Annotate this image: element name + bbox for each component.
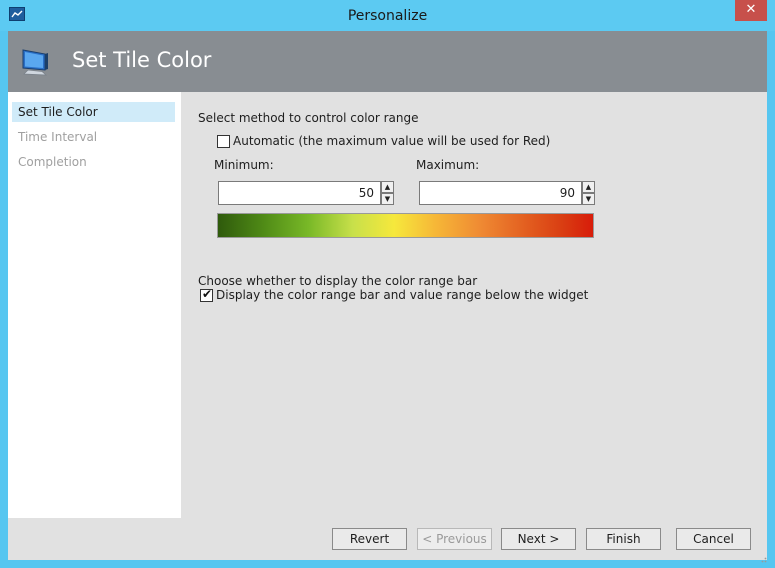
dialog-client: Set Tile Color Set Tile Color Time Inter… xyxy=(8,31,767,563)
monitor-icon xyxy=(20,46,52,78)
maximum-input[interactable]: 90 xyxy=(419,181,582,205)
resize-grip-icon[interactable] xyxy=(759,552,767,563)
automatic-checkbox[interactable] xyxy=(217,135,230,148)
chevron-down-icon: ▼ xyxy=(384,195,391,203)
minimum-stepper: 50 ▲ ▼ xyxy=(218,181,394,205)
maximum-stepper: 90 ▲ ▼ xyxy=(419,181,595,205)
title-bar[interactable]: Personalize ✕ xyxy=(0,0,775,31)
chevron-down-icon: ▼ xyxy=(585,195,592,203)
maximum-up-button[interactable]: ▲ xyxy=(582,181,595,193)
button-bar: Revert < Previous Next > Finish Cancel xyxy=(8,518,767,560)
automatic-label[interactable]: Automatic (the maximum value will be use… xyxy=(233,134,550,148)
page-title: Set Tile Color xyxy=(72,48,212,72)
chevron-up-icon: ▲ xyxy=(384,183,391,191)
minimum-down-button[interactable]: ▼ xyxy=(381,193,394,205)
cancel-button[interactable]: Cancel xyxy=(676,528,751,550)
revert-button[interactable]: Revert xyxy=(332,528,407,550)
wizard-nav: Set Tile Color Time Interval Completion xyxy=(8,92,181,518)
minimum-input[interactable]: 50 xyxy=(218,181,381,205)
checkmark-icon: ✔ xyxy=(202,287,213,301)
next-button[interactable]: Next > xyxy=(501,528,576,550)
content-panel: Select method to control color range Aut… xyxy=(181,92,767,518)
personalize-window: Personalize ✕ Set Tile Color Set Tile Co… xyxy=(0,0,775,568)
display-range-label[interactable]: Display the color range bar and value ra… xyxy=(216,288,588,302)
nav-item-time-interval[interactable]: Time Interval xyxy=(12,127,175,147)
display-label: Choose whether to display the color rang… xyxy=(198,274,478,288)
page-header: Set Tile Color xyxy=(8,31,767,92)
nav-item-completion[interactable]: Completion xyxy=(12,152,175,172)
chevron-up-icon: ▲ xyxy=(585,183,592,191)
color-range-bar xyxy=(217,213,594,238)
maximum-down-button[interactable]: ▼ xyxy=(582,193,595,205)
previous-button[interactable]: < Previous xyxy=(417,528,492,550)
maximum-label: Maximum: xyxy=(416,158,480,172)
display-range-checkbox[interactable]: ✔ xyxy=(200,287,213,302)
minimum-up-button[interactable]: ▲ xyxy=(381,181,394,193)
close-icon: ✕ xyxy=(745,2,757,17)
method-label: Select method to control color range xyxy=(198,111,419,125)
minimum-label: Minimum: xyxy=(214,158,274,172)
close-button[interactable]: ✕ xyxy=(735,0,767,21)
nav-item-set-tile-color[interactable]: Set Tile Color xyxy=(12,102,175,122)
window-title: Personalize xyxy=(347,8,428,24)
finish-button[interactable]: Finish xyxy=(586,528,661,550)
